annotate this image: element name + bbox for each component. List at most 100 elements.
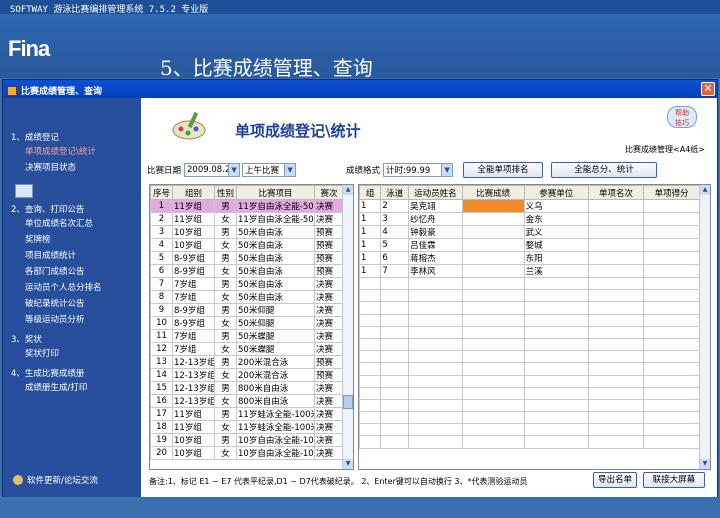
table-row[interactable]: 17 11岁组男 11岁蛙泳全能-100米 决赛 [150, 407, 344, 421]
table-row[interactable]: 15 12-13岁组男 800米自由泳 决赛 [150, 381, 344, 395]
table-cell: 3 [380, 212, 410, 226]
column-header[interactable]: 单项得分 [643, 185, 700, 200]
result-input-cell[interactable] [461, 212, 525, 226]
table-row[interactable]: 5 8-9岁组男 50米自由泳 预赛 [150, 251, 344, 265]
table-row[interactable]: 1 2 吴克翊 义乌 [359, 199, 700, 213]
help-tips-button[interactable]: 帮助 技巧 [667, 106, 697, 128]
table-row[interactable]: 1 5 吕佳霖 婺城 [359, 238, 700, 252]
table-row[interactable]: 10 8-9岁组女 50米仰腿 决赛 [150, 316, 344, 330]
all-total-button[interactable]: 全能总分、统计 [551, 162, 658, 178]
session-select[interactable]: 上午比赛 ▼ [242, 163, 297, 177]
nav-item-unit-summary[interactable]: 单位成绩名次汇总 [11, 216, 141, 232]
nav-item-booklet[interactable]: 成绩册生成/打印 [11, 380, 141, 396]
nav-item-dept-notice[interactable]: 各部门成绩公告 [11, 264, 141, 280]
export-list-button[interactable]: 导出名单 [593, 472, 637, 488]
table-cell [643, 313, 700, 327]
table-row[interactable]: 2010岁组女10岁自由泳全能-100米决赛 [150, 446, 344, 460]
table-cell [461, 398, 525, 413]
date-select[interactable]: 2009.08.20 ▼ [184, 163, 241, 177]
nav-item-level-analysis[interactable]: 等级运动员分析 [11, 312, 141, 328]
nav-item-event-stats[interactable]: 项目成绩统计 [11, 248, 141, 264]
scroll-down-icon[interactable]: ▼ [700, 459, 710, 469]
table-row[interactable]: 1 11岁组男 11岁自由泳全能-50 决赛 [150, 199, 344, 213]
table-cell: 2 [150, 212, 173, 226]
table-cell: 11岁组 [172, 407, 215, 421]
table-cell: 17 [150, 407, 173, 421]
column-header[interactable]: 组 [359, 185, 382, 200]
events-scrollbar[interactable]: ▲ ▼ [342, 185, 353, 469]
table-cell [359, 386, 382, 400]
column-header[interactable]: 赛次 [314, 185, 344, 200]
table-row[interactable]: 3 10岁组男 50米自由泳 预赛 [150, 225, 344, 239]
nav-item-athlete-ranking[interactable]: 运动员个人总分排名 [11, 280, 141, 296]
format-select[interactable]: 计时:99.99 ▼ [383, 163, 454, 177]
all-rank-button[interactable]: 全能单项排名 [463, 162, 544, 178]
table-row[interactable] [359, 337, 700, 352]
big-screen-button[interactable]: 联接大屏幕 [643, 472, 705, 488]
scroll-up-icon[interactable]: ▲ [343, 185, 353, 195]
result-input-cell[interactable] [461, 264, 525, 278]
column-header[interactable]: 单项名次 [587, 185, 645, 200]
scroll-thumb[interactable] [343, 395, 353, 409]
table-row[interactable]: 4 10岁组女 50米自由泳 预赛 [150, 238, 344, 252]
nav-item-print-certificate[interactable]: 奖状打印 [11, 346, 141, 362]
table-cell: 50米自由泳 [236, 290, 315, 304]
nav-item-final-status[interactable]: 决赛项目状态 [11, 160, 141, 176]
column-header[interactable]: 泳道 [380, 185, 410, 200]
table-row[interactable]: 1910岁组男10岁自由泳全能-100米决赛 [150, 433, 344, 447]
column-header[interactable]: 组别 [172, 185, 215, 200]
table-cell: 20 [150, 446, 173, 460]
table-row[interactable]: 12 7岁组女 50米蝶腿 决赛 [150, 342, 344, 356]
table-row[interactable] [359, 325, 700, 339]
close-button[interactable]: ✕ [701, 82, 715, 96]
table-cell: 男 [214, 407, 237, 421]
table-row[interactable]: 2 11岁组女 11岁自由泳全能-50 决赛 [150, 212, 344, 226]
table-row[interactable] [359, 301, 700, 315]
table-row[interactable]: 11 7岁组男 50米蝶腿 决赛 [150, 329, 344, 343]
column-header[interactable]: 序号 [150, 185, 173, 200]
result-input-cell[interactable] [461, 199, 525, 213]
table-row[interactable] [359, 350, 700, 364]
table-cell [359, 374, 382, 388]
column-header[interactable]: 运动员姓名 [408, 185, 463, 200]
result-input-cell[interactable] [461, 225, 525, 239]
table-row[interactable] [359, 289, 700, 303]
nav-item-record-stats[interactable]: 破纪录统计公告 [11, 296, 141, 312]
column-header[interactable]: 比赛项目 [236, 185, 315, 200]
table-row[interactable]: 18 11岁组女 11岁蛙泳全能-100米 决赛 [150, 420, 344, 434]
table-row[interactable]: 7 7岁组男 50米自由泳 决赛 [150, 277, 344, 291]
table-row[interactable]: 1 6 蒋榕杰 东阳 [359, 251, 700, 265]
table-row[interactable] [359, 398, 700, 413]
result-input-cell[interactable] [461, 251, 525, 265]
table-row[interactable]: 8 7岁组女 50米自由泳 决赛 [150, 290, 344, 304]
table-row[interactable]: 13 12-13岁组男 200米混合泳 预赛 [150, 355, 344, 369]
table-row[interactable] [359, 276, 700, 291]
result-input-cell[interactable] [461, 238, 525, 252]
table-row[interactable]: 1 3 纱忆舟 金东 [359, 212, 700, 226]
table-cell [643, 398, 700, 413]
table-row[interactable]: 6 8-9岁组女 50米自由泳 预赛 [150, 264, 344, 278]
column-header[interactable]: 性别 [214, 185, 237, 200]
table-row[interactable]: 14 12-13岁组女 200米混合泳 预赛 [150, 368, 344, 382]
results-scrollbar[interactable]: ▲ ▼ [699, 185, 710, 469]
table-row[interactable]: 1 4 钟毅豪 武义 [359, 225, 700, 239]
table-row[interactable] [359, 313, 700, 327]
scroll-down-icon[interactable]: ▼ [343, 459, 353, 469]
table-cell: 决赛 [314, 303, 344, 317]
table-row[interactable] [359, 435, 700, 449]
column-header[interactable]: 参赛单位 [523, 185, 589, 200]
table-row[interactable] [359, 423, 700, 437]
scroll-up-icon[interactable]: ▲ [700, 185, 710, 195]
table-row[interactable]: 16 12-13岁组女 800米自由泳 决赛 [150, 394, 344, 408]
nav-item-medal-table[interactable]: 奖牌榜 [11, 232, 141, 248]
nav-item-single-result[interactable]: 单项成绩登记\统计 [11, 144, 141, 160]
table-row[interactable]: 9 8-9岁组男 50米仰腿 决赛 [150, 303, 344, 317]
table-row[interactable] [359, 411, 700, 425]
update-forum-link[interactable]: 软件更新/论坛交流 [13, 474, 98, 486]
column-header[interactable]: 比赛成绩 [461, 185, 525, 200]
table-row[interactable]: 1 7 李林风 兰溪 [359, 264, 700, 278]
table-row[interactable] [359, 386, 700, 400]
table-row[interactable] [359, 374, 700, 388]
table-row[interactable] [359, 362, 700, 376]
sidebar: 1、成绩登记 单项成绩登记\统计 决赛项目状态 2、查询、打印公告 单位成绩名次… [3, 98, 141, 497]
